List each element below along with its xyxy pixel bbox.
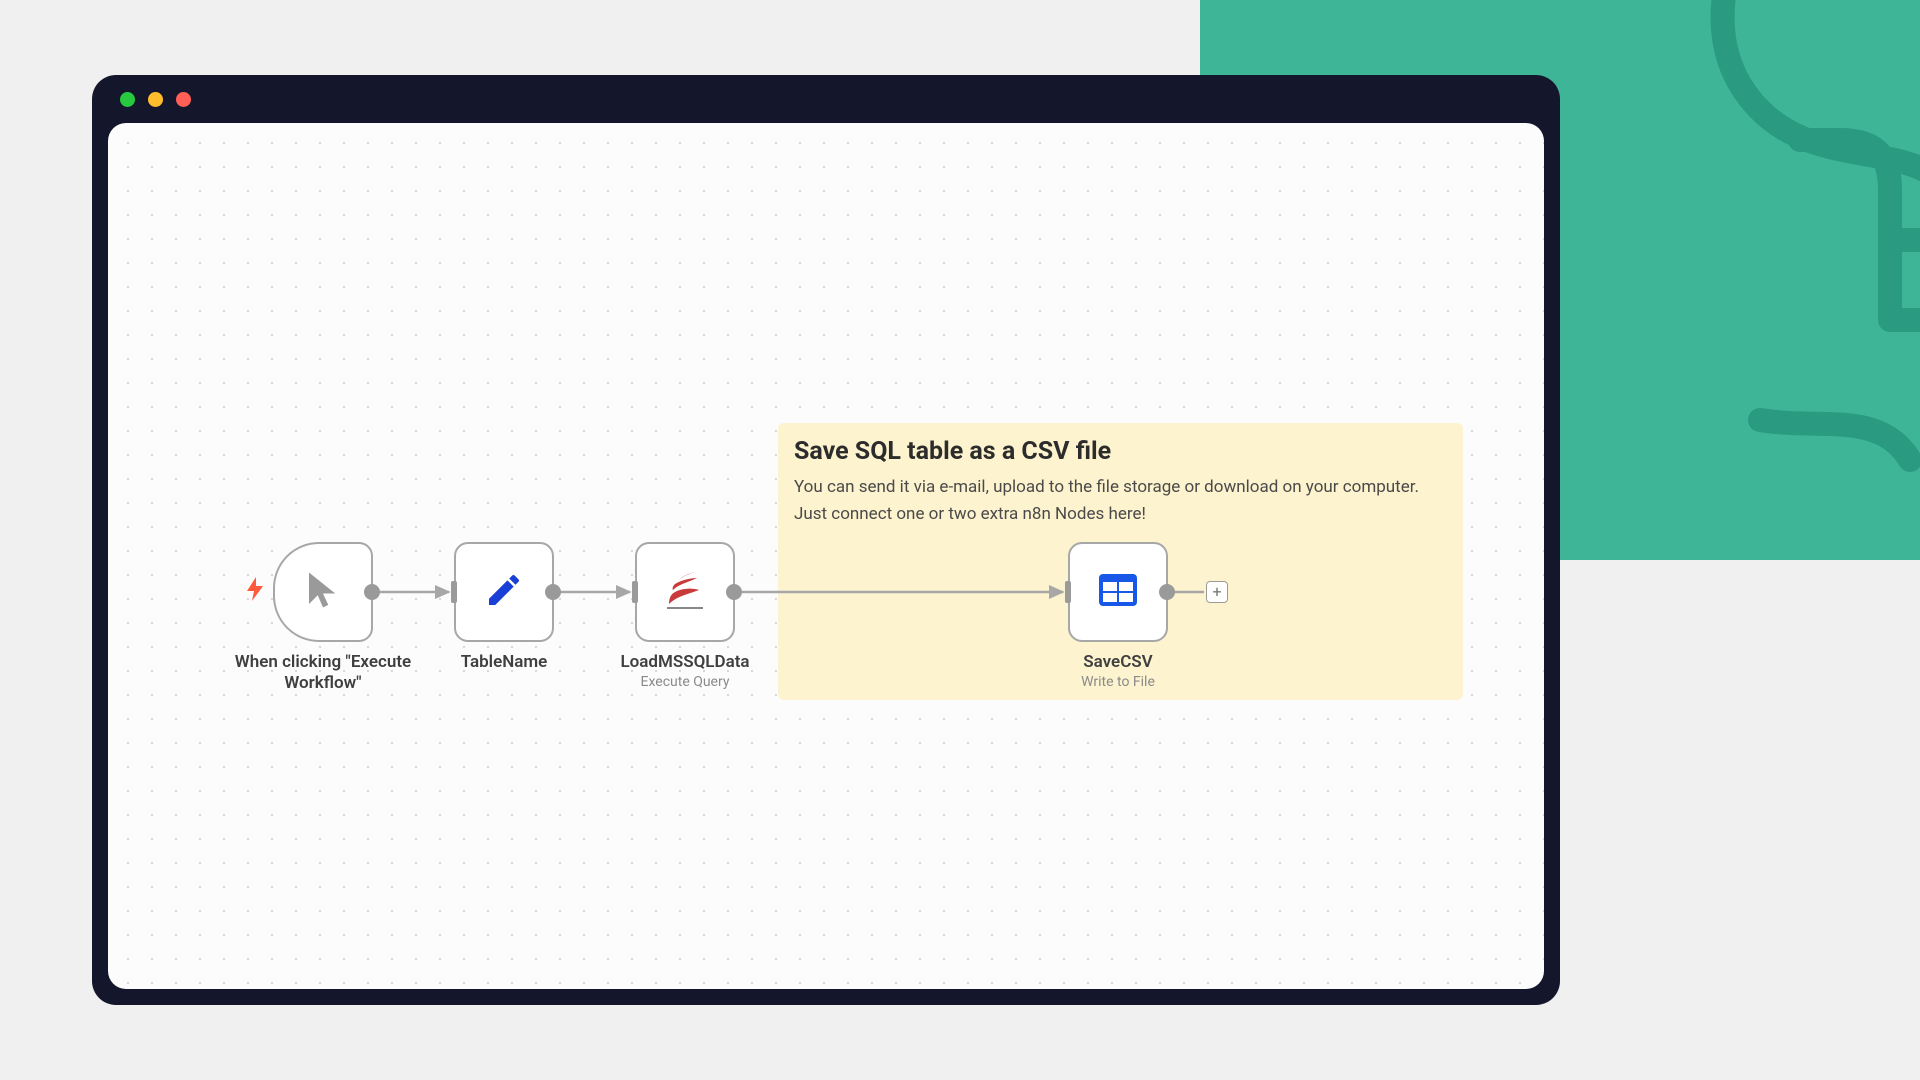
traffic-light-green[interactable] [120, 92, 135, 107]
output-port[interactable] [726, 584, 742, 600]
output-port[interactable] [364, 584, 380, 600]
output-port[interactable] [545, 584, 561, 600]
spreadsheet-icon [1097, 572, 1139, 612]
node-label: LoadMSSQLData Execute Query [590, 652, 780, 692]
traffic-light-red[interactable] [176, 92, 191, 107]
window-titlebar [92, 75, 1560, 123]
cursor-icon [302, 569, 344, 615]
sticky-line2: Just connect one or two extra n8n Nodes … [794, 501, 1447, 528]
node-label: TableName [409, 652, 599, 673]
plus-icon: + [1212, 584, 1221, 600]
sticky-title: Save SQL table as a CSV file [794, 437, 1447, 466]
node-sublabel: Execute Query [590, 674, 780, 692]
node-save-csv[interactable]: SaveCSV Write to File [1068, 542, 1168, 642]
node-label: When clicking "Execute Workflow" [228, 652, 418, 695]
node-tablename[interactable]: TableName [454, 542, 554, 642]
workflow-canvas[interactable]: Save SQL table as a CSV file You can sen… [108, 123, 1544, 989]
node-trigger-execute-workflow[interactable]: When clicking "Execute Workflow" [273, 542, 373, 642]
node-label: SaveCSV Write to File [1023, 652, 1213, 692]
sticky-line1: You can send it via e-mail, upload to th… [794, 474, 1447, 501]
add-node-button[interactable]: + [1206, 581, 1228, 603]
node-sublabel: Write to File [1023, 674, 1213, 692]
input-port[interactable] [632, 581, 638, 603]
traffic-light-yellow[interactable] [148, 92, 163, 107]
pencil-icon [484, 570, 524, 614]
mssql-icon [663, 570, 707, 614]
input-port[interactable] [451, 581, 457, 603]
app-window: Save SQL table as a CSV file You can sen… [92, 75, 1560, 1005]
output-port[interactable] [1159, 584, 1175, 600]
input-port[interactable] [1065, 581, 1071, 603]
lightning-icon [245, 577, 265, 607]
node-load-mssql-data[interactable]: LoadMSSQLData Execute Query [635, 542, 735, 642]
